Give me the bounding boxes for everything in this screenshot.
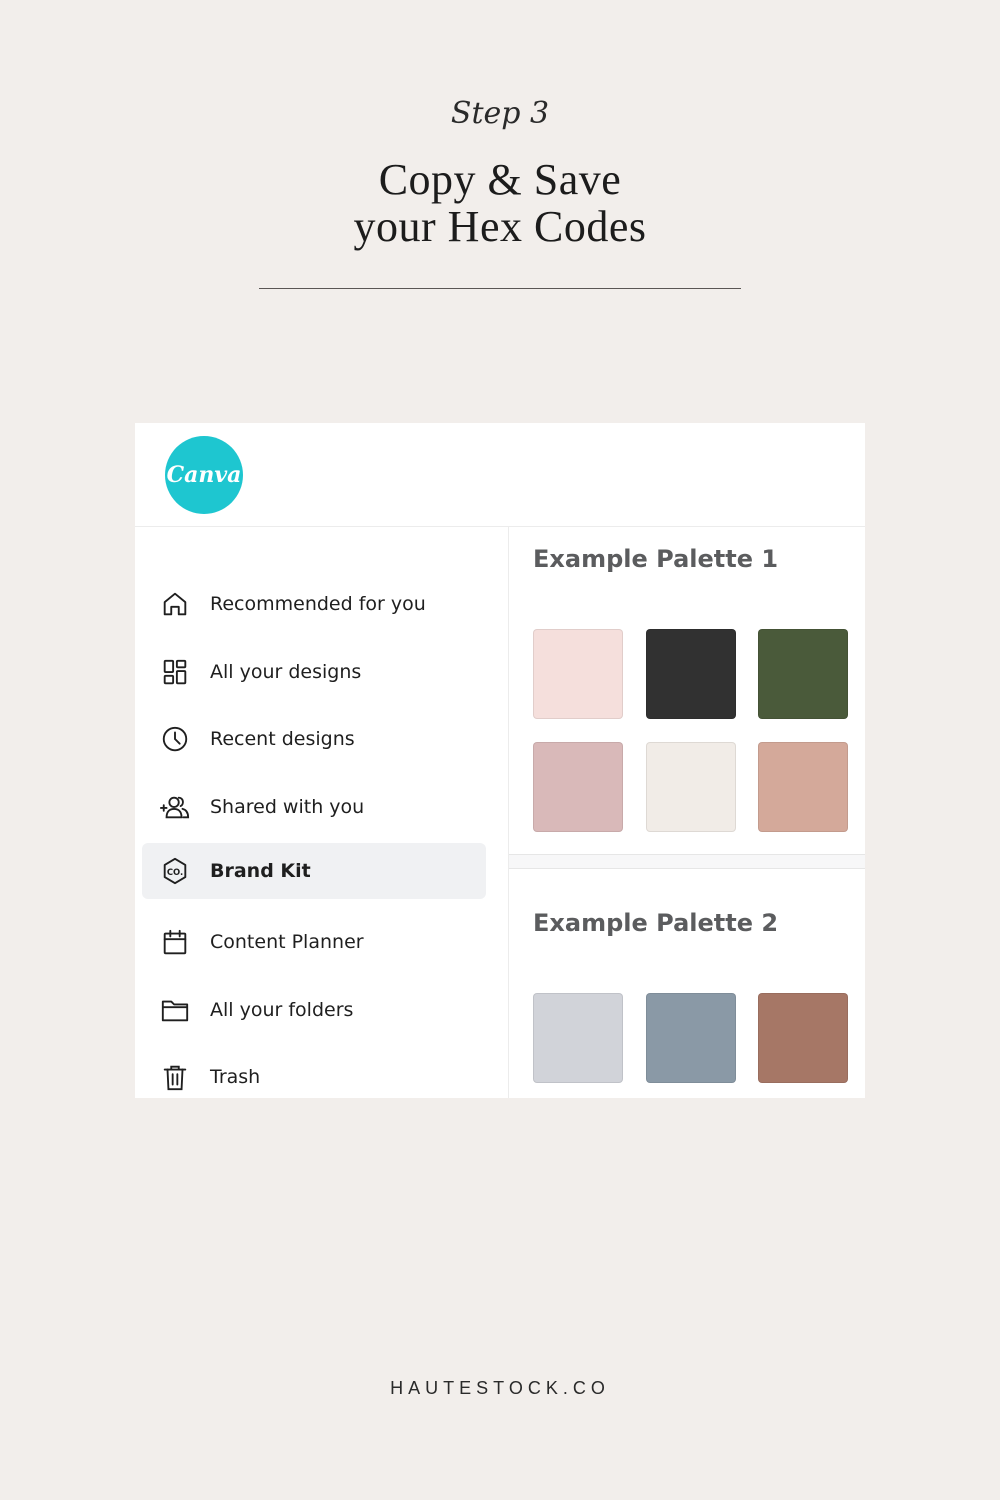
sidebar-item-label: All your folders (210, 999, 354, 1021)
sidebar-item-label: Content Planner (210, 931, 364, 953)
grid-icon (159, 656, 191, 688)
sidebar-item-brand-kit[interactable]: CO. Brand Kit (142, 843, 486, 899)
sidebar-item-recent-designs[interactable]: Recent designs (142, 711, 486, 767)
clock-icon (159, 723, 191, 755)
sidebar-item-trash[interactable]: Trash (142, 1049, 486, 1098)
palette-separator (509, 855, 865, 868)
page-title-line-1: Copy & Save (378, 155, 622, 204)
home-icon (159, 588, 191, 620)
color-swatch[interactable] (758, 742, 848, 832)
shared-users-icon (159, 791, 191, 823)
color-swatch[interactable] (533, 629, 623, 719)
svg-text:CO.: CO. (167, 867, 183, 877)
footer-brand: HAUTESTOCK.CO (390, 1378, 610, 1398)
color-swatch[interactable] (758, 993, 848, 1083)
sidebar-item-all-designs[interactable]: All your designs (142, 644, 486, 700)
sidebar-item-label: Trash (210, 1066, 261, 1088)
sidebar-item-label: Shared with you (210, 796, 365, 818)
sidebar-item-shared[interactable]: Shared with you (142, 779, 486, 835)
sidebar-item-recommended[interactable]: Recommended for you (142, 576, 486, 632)
app-header: Canva (135, 423, 865, 527)
sidebar-item-label: Recommended for you (210, 593, 426, 615)
palette-card: Example Palette 1 (509, 527, 865, 855)
sidebar-item-label: Brand Kit (210, 860, 311, 882)
step-label: Step 3 (450, 96, 550, 131)
color-swatch[interactable] (646, 629, 736, 719)
color-swatch[interactable] (646, 993, 736, 1083)
page-title-line-2: your Hex Codes (353, 202, 647, 251)
sidebar-item-content-planner[interactable]: Content Planner (142, 914, 486, 970)
palette-card: Example Palette 2 (509, 868, 865, 1098)
sidebar-item-label: Recent designs (210, 728, 355, 750)
color-swatch[interactable] (758, 629, 848, 719)
palette-title: Example Palette 2 (533, 909, 779, 937)
color-swatch[interactable] (646, 742, 736, 832)
color-swatch[interactable] (533, 742, 623, 832)
sidebar-item-label: All your designs (210, 661, 362, 683)
calendar-icon (159, 926, 191, 958)
color-swatch[interactable] (533, 993, 623, 1083)
palette-title: Example Palette 1 (533, 545, 779, 573)
sidebar-item-folders[interactable]: All your folders (142, 982, 486, 1038)
canva-logo[interactable]: Canva (165, 436, 243, 514)
sidebar: Recommended for you All your designs Rec… (135, 527, 508, 1098)
title-divider (259, 288, 741, 289)
trash-icon (159, 1061, 191, 1093)
page-title: Copy & Save your Hex Codes (0, 156, 1000, 250)
brand-kit-icon: CO. (159, 855, 191, 887)
canva-screenshot: Canva Recommended for you All your desig… (135, 423, 865, 1098)
folder-icon (159, 994, 191, 1026)
